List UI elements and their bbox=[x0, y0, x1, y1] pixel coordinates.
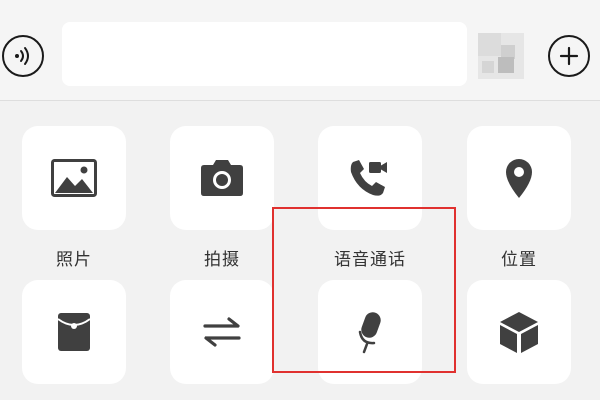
call-video-icon bbox=[350, 160, 387, 196]
voice-call-label: 语音通话 bbox=[334, 250, 406, 270]
photo-icon bbox=[51, 159, 97, 197]
camera-label: 拍摄 bbox=[204, 250, 240, 270]
plus-icon bbox=[559, 46, 579, 66]
camera-tile[interactable] bbox=[170, 126, 274, 230]
voice-input-tile[interactable] bbox=[318, 280, 422, 384]
emoji-icon[interactable] bbox=[478, 33, 524, 79]
transfer-tile[interactable] bbox=[170, 280, 274, 384]
photo-label: 照片 bbox=[56, 250, 92, 270]
photo-tile[interactable] bbox=[22, 126, 126, 230]
voice-button[interactable] bbox=[2, 35, 44, 77]
voice-wave-icon bbox=[15, 47, 29, 65]
location-tile[interactable] bbox=[467, 126, 571, 230]
more-actions-panel: 照片 拍摄 语音通话 位置 bbox=[0, 101, 600, 400]
message-input[interactable] bbox=[62, 22, 467, 86]
box-tile[interactable] bbox=[467, 280, 571, 384]
more-button[interactable] bbox=[548, 35, 590, 77]
location-label: 位置 bbox=[501, 250, 537, 270]
camera-icon bbox=[201, 160, 243, 196]
red-packet-icon bbox=[57, 313, 91, 351]
voice-call-tile[interactable] bbox=[318, 126, 422, 230]
box-icon bbox=[500, 312, 538, 353]
microphone-icon bbox=[358, 312, 381, 354]
red-packet-tile[interactable] bbox=[22, 280, 126, 384]
transfer-icon bbox=[203, 317, 241, 347]
location-icon bbox=[506, 159, 532, 198]
chat-input-bar bbox=[0, 0, 600, 101]
